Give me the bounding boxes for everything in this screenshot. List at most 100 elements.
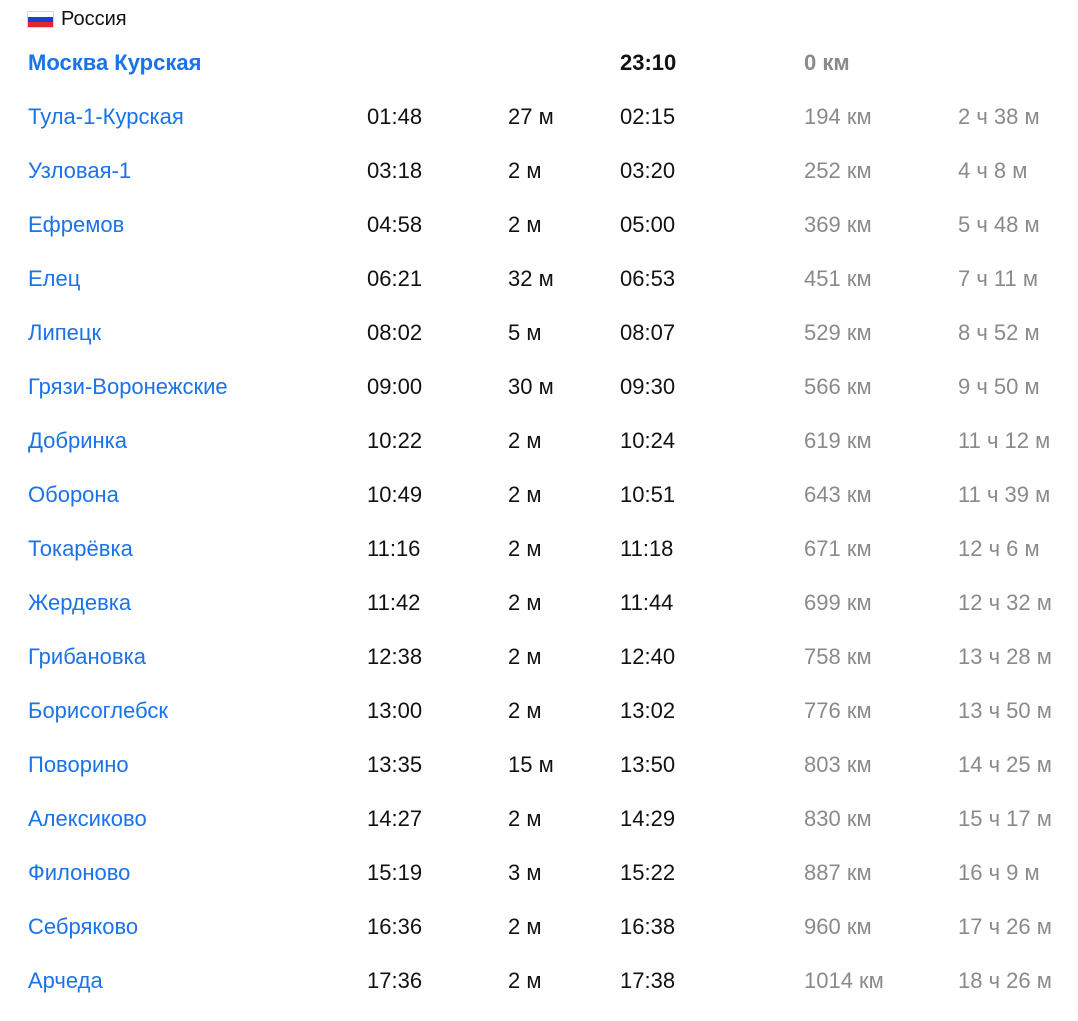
station-link[interactable]: Оборона xyxy=(28,482,119,507)
arrival-time: 11:42 xyxy=(367,590,421,615)
station-link[interactable]: Липецк xyxy=(28,320,101,345)
departure-time: 11:44 xyxy=(620,590,674,615)
distance: 671 км xyxy=(804,536,872,561)
departure-time: 16:38 xyxy=(620,914,676,939)
departure-time: 15:22 xyxy=(620,860,676,885)
table-row: Грибановка 12:38 2 м 12:40 758 км 13 ч 28 м xyxy=(28,630,1068,684)
country-header: Россия xyxy=(28,6,127,32)
station-cell: Токарёвка xyxy=(28,522,367,576)
station-link[interactable]: Борисоглебск xyxy=(28,698,168,723)
stop-duration: 2 м xyxy=(508,590,542,615)
table-row: Алексиково 14:27 2 м 14:29 830 км 15 ч 17 м xyxy=(28,792,1068,846)
table-row: Добринка 10:22 2 м 10:24 619 км 11 ч 12 м xyxy=(28,414,1068,468)
station-link[interactable]: Жердевка xyxy=(28,590,131,615)
station-cell: Ефремов xyxy=(28,198,367,252)
station-cell: Липецк xyxy=(28,306,367,360)
stop-duration xyxy=(508,36,620,90)
stop-duration: 2 м xyxy=(508,212,542,237)
station-link[interactable]: Москва Курская xyxy=(28,50,201,75)
departure-time: 03:20 xyxy=(620,158,676,183)
station-link[interactable]: Арчеда xyxy=(28,968,103,993)
station-link[interactable]: Тула-1-Курская xyxy=(28,104,184,129)
stop-duration: 2 м xyxy=(508,158,542,183)
stop-duration: 30 м xyxy=(508,374,554,399)
table-row: Узловая-1 03:18 2 м 03:20 252 км 4 ч 8 м xyxy=(28,144,1068,198)
departure-time: 12:40 xyxy=(620,644,676,669)
travel-duration: 7 ч 11 м xyxy=(958,266,1038,291)
table-row: Токарёвка 11:16 2 м 11:18 671 км 12 ч 6 м xyxy=(28,522,1068,576)
station-link[interactable]: Токарёвка xyxy=(28,536,133,561)
travel-duration: 2 ч 38 м xyxy=(958,104,1040,129)
stop-duration: 3 м xyxy=(508,860,542,885)
station-cell: Алексиково xyxy=(28,792,367,846)
stop-duration: 15 м xyxy=(508,752,554,777)
station-link[interactable]: Добринка xyxy=(28,428,127,453)
arrival-time: 10:22 xyxy=(367,428,423,453)
stop-duration: 2 м xyxy=(508,914,542,939)
table-row: Борисоглебск 13:00 2 м 13:02 776 км 13 ч 50 м xyxy=(28,684,1068,738)
table-row: Москва Курская 23:10 0 км xyxy=(28,36,1068,90)
departure-time: 08:07 xyxy=(620,320,676,345)
station-link[interactable]: Грязи-Воронежские xyxy=(28,374,228,399)
table-row: Жердевка 11:42 2 м 11:44 699 км 12 ч 32 м xyxy=(28,576,1068,630)
travel-duration: 11 ч 12 м xyxy=(958,428,1051,453)
arrival-time: 01:48 xyxy=(367,104,423,129)
departure-time: 10:51 xyxy=(620,482,676,507)
arrival-time: 16:36 xyxy=(367,914,423,939)
table-row: Липецк 08:02 5 м 08:07 529 км 8 ч 52 м xyxy=(28,306,1068,360)
departure-time: 05:00 xyxy=(620,212,676,237)
arrival-time xyxy=(367,36,508,90)
station-link[interactable]: Поворино xyxy=(28,752,129,777)
station-link[interactable]: Узловая-1 xyxy=(28,158,131,183)
stop-duration: 2 м xyxy=(508,482,542,507)
stop-duration: 2 м xyxy=(508,968,542,993)
table-row: Оборона 10:49 2 м 10:51 643 км 11 ч 39 м xyxy=(28,468,1068,522)
distance: 619 км xyxy=(804,428,872,453)
station-link[interactable]: Ефремов xyxy=(28,212,124,237)
travel-duration: 17 ч 26 м xyxy=(958,914,1052,939)
table-row: Грязи-Воронежские 09:00 30 м 09:30 566 км 9 ч… xyxy=(28,360,1068,414)
table-row: Елец 06:21 32 м 06:53 451 км 7 ч 11 м xyxy=(28,252,1068,306)
travel-duration: 16 ч 9 м xyxy=(958,860,1040,885)
country-name: Россия xyxy=(61,7,127,30)
stop-duration: 2 м xyxy=(508,428,542,453)
stop-duration: 32 м xyxy=(508,266,554,291)
travel-duration: 9 ч 50 м xyxy=(958,374,1040,399)
station-cell: Добринка xyxy=(28,414,367,468)
arrival-time: 06:21 xyxy=(367,266,423,291)
station-link[interactable]: Алексиково xyxy=(28,806,147,831)
travel-duration: 15 ч 17 м xyxy=(958,806,1052,831)
station-link[interactable]: Себряково xyxy=(28,914,138,939)
arrival-time: 03:18 xyxy=(367,158,423,183)
arrival-time: 15:19 xyxy=(367,860,423,885)
route-schedule-table: Москва Курская 23:10 0 км Тула-1-Курская 01:… xyxy=(28,36,1068,1008)
station-link[interactable]: Елец xyxy=(28,266,80,291)
departure-time: 11:18 xyxy=(620,536,674,561)
travel-duration xyxy=(958,36,1068,90)
distance: 803 км xyxy=(804,752,872,777)
distance: 451 км xyxy=(804,266,872,291)
station-cell: Елец xyxy=(28,252,367,306)
table-row: Себряково 16:36 2 м 16:38 960 км 17 ч 26 м xyxy=(28,900,1068,954)
station-cell: Оборона xyxy=(28,468,367,522)
distance: 830 км xyxy=(804,806,872,831)
table-row: Филоново 15:19 3 м 15:22 887 км 16 ч 9 м xyxy=(28,846,1068,900)
station-link[interactable]: Грибановка xyxy=(28,644,146,669)
distance: 699 км xyxy=(804,590,872,615)
travel-duration: 18 ч 26 м xyxy=(958,968,1052,993)
arrival-time: 11:16 xyxy=(367,536,421,561)
station-cell: Арчеда xyxy=(28,954,367,1008)
arrival-time: 12:38 xyxy=(367,644,423,669)
stop-duration: 2 м xyxy=(508,644,542,669)
distance: 960 км xyxy=(804,914,872,939)
station-cell: Москва Курская xyxy=(28,36,367,90)
departure-time: 10:24 xyxy=(620,428,676,453)
stop-duration: 27 м xyxy=(508,104,554,129)
arrival-time: 14:27 xyxy=(367,806,423,831)
distance: 776 км xyxy=(804,698,872,723)
station-link[interactable]: Филоново xyxy=(28,860,130,885)
station-cell: Узловая-1 xyxy=(28,144,367,198)
route-schedule-body: Москва Курская 23:10 0 км Тула-1-Курская 01:… xyxy=(28,36,1068,1008)
station-cell: Борисоглебск xyxy=(28,684,367,738)
travel-duration: 13 ч 50 м xyxy=(958,698,1052,723)
